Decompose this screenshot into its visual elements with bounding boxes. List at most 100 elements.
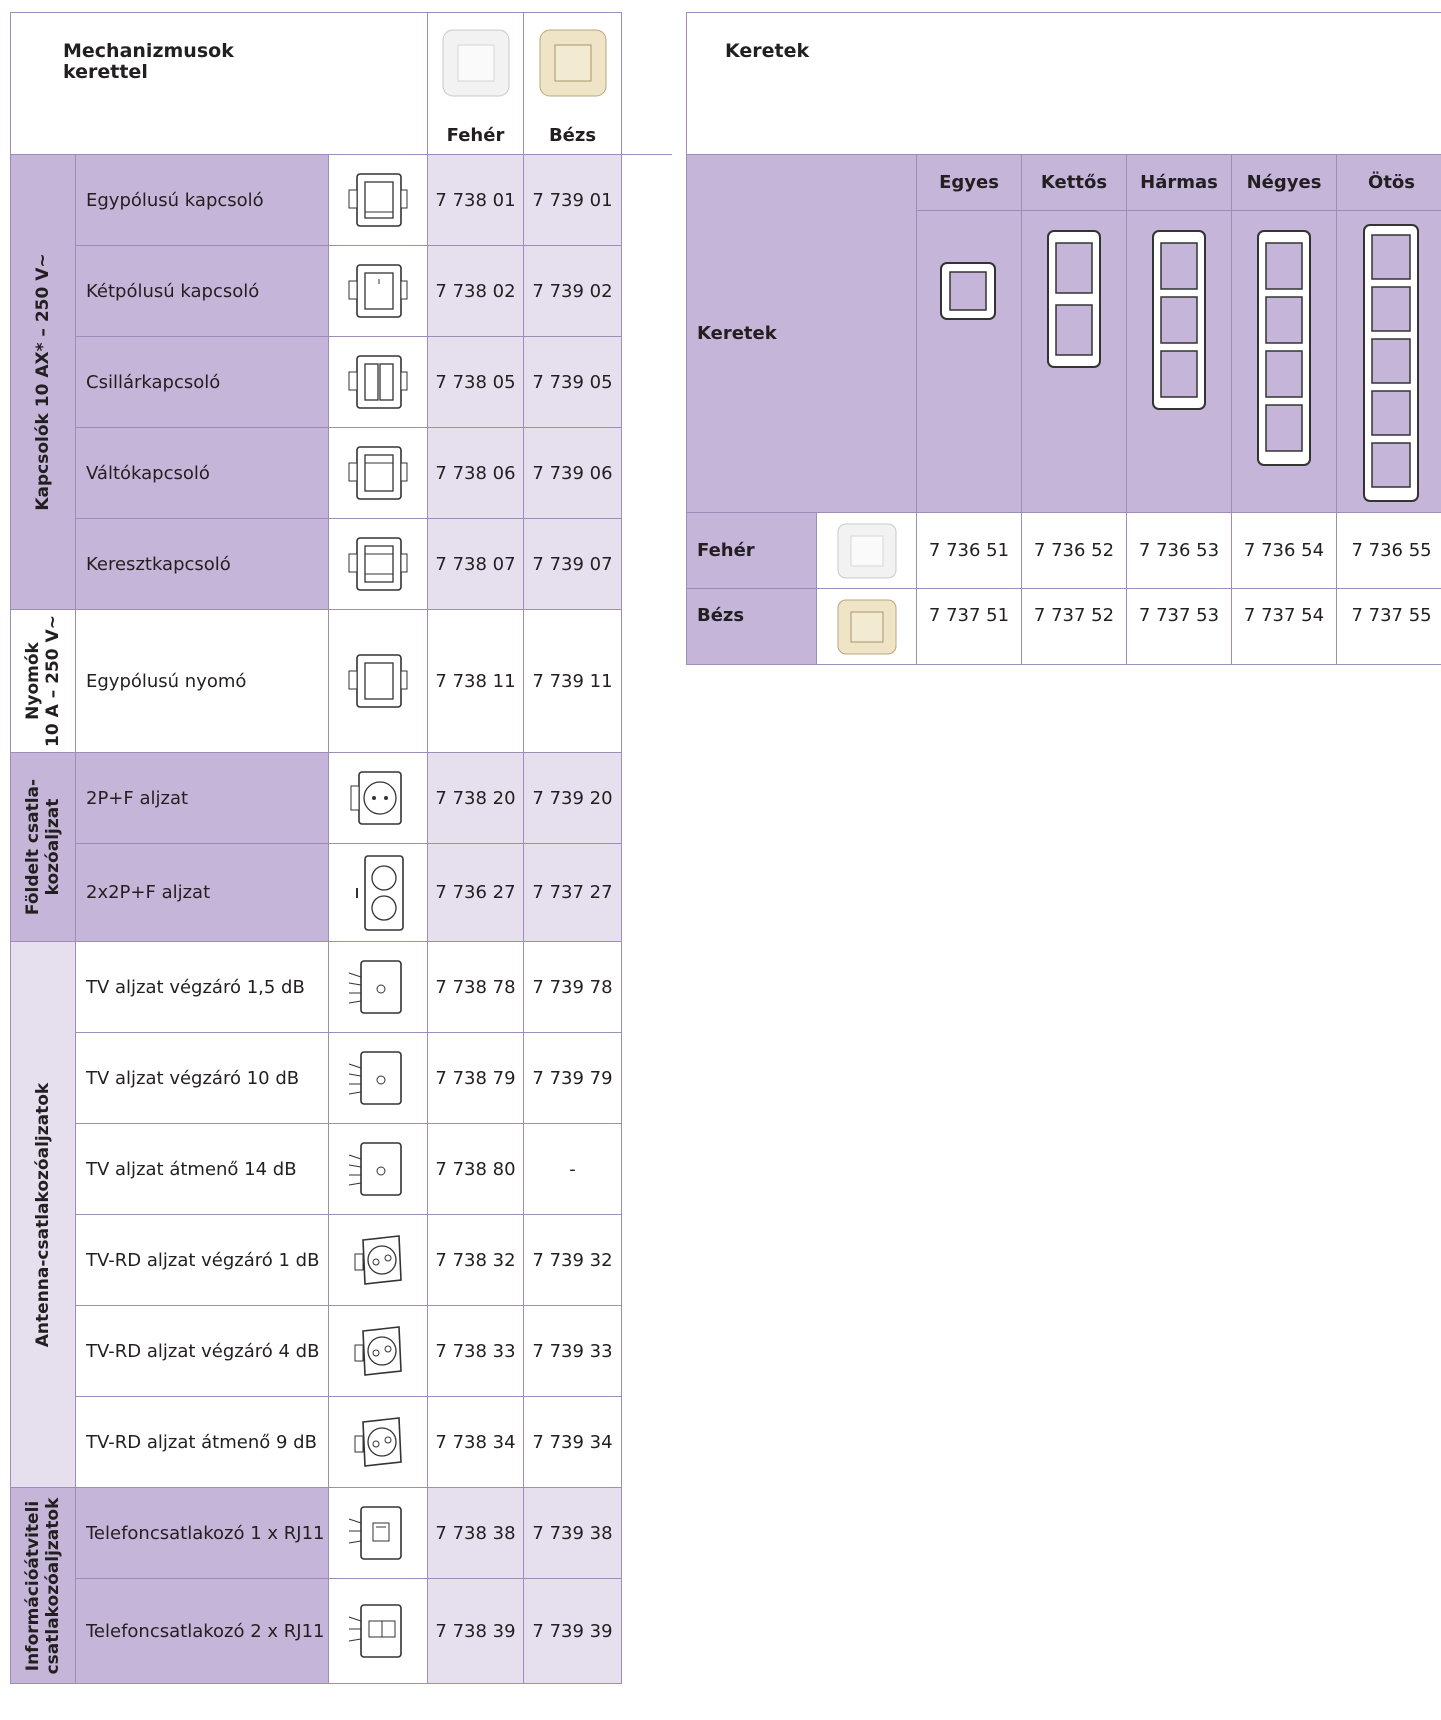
frames-row-header: Keretek (686, 154, 917, 513)
code-beige: 7 739 11 (523, 609, 622, 753)
tv-socket-icon (328, 1032, 428, 1124)
spacer-cell (621, 336, 672, 428)
spacer-cell (621, 1396, 672, 1488)
code-beige: 7 739 01 (523, 154, 622, 246)
mechanisms-header: Mechanizmusok kerettel (10, 12, 428, 155)
code-beige: 7 739 05 (523, 336, 622, 428)
group-label-data-sockets: Információátviteli csatlakozóaljzatok (10, 1487, 76, 1684)
white-frame-swatch-icon (816, 512, 917, 589)
row-name: TV-RD aljzat átmenő 9 dB (75, 1396, 329, 1488)
code-white: 7 738 07 (427, 518, 524, 610)
double-rj11-socket-icon (328, 1578, 428, 1684)
spacer-cell (621, 1214, 672, 1306)
spacer-cell (621, 245, 672, 337)
row-label-beige: Bézs (686, 588, 817, 665)
code-white: 7 738 79 (427, 1032, 524, 1124)
frames-column-header-row: Keretek Egyes Kettős Hármas Négyes Ötös (686, 154, 1441, 513)
spacer-cell (621, 1487, 672, 1579)
column-header: Hármas (1126, 154, 1232, 211)
column-header: Négyes (1231, 154, 1337, 211)
beige-column-header: Bézs (523, 12, 622, 155)
spacer-cell (621, 843, 672, 942)
code-beige: 7 739 32 (523, 1214, 622, 1306)
frame-code: 7 736 52 (1021, 512, 1127, 589)
double-pole-switch-icon (328, 245, 428, 337)
column-beige-label: Bézs (548, 125, 597, 146)
code-beige: 7 739 07 (523, 518, 622, 610)
group-label-line2: csatlakozóaljzatok (43, 1497, 63, 1674)
double-socket-icon (328, 843, 428, 942)
socket-icon (328, 752, 428, 844)
code-beige: 7 739 34 (523, 1396, 622, 1488)
row-name: Egypólusú nyomó (75, 609, 329, 753)
table-row: TV-RD aljzat végzáró 1 dB 7 738 32 7 739… (11, 1214, 672, 1306)
header-row: Mechanizmusok kerettel Fehér Bézs (10, 12, 672, 155)
spacer-cell (621, 12, 672, 155)
table-row: TV aljzat átmenő 14 dB 7 738 80 - (11, 1123, 672, 1215)
single-switch-icon (328, 154, 428, 246)
code-beige: 7 739 79 (523, 1032, 622, 1124)
frames-header-row: Keretek (685, 12, 1441, 155)
code-white: 7 738 34 (427, 1396, 524, 1488)
group-label-line1: Információátviteli (23, 1500, 43, 1671)
row-name: Csillárkapcsoló (75, 336, 329, 428)
code-beige: - (523, 1123, 622, 1215)
frames-beige-row: Bézs 7 737 51 7 737 52 7 737 53 7 737 54… (686, 588, 1441, 665)
code-beige: 7 739 39 (523, 1578, 622, 1684)
table-row: TV aljzat végzáró 10 dB 7 738 79 7 739 7… (11, 1032, 672, 1124)
white-frame-swatch-icon (442, 29, 509, 97)
code-white: 7 738 32 (427, 1214, 524, 1306)
two-way-switch-icon (328, 427, 428, 519)
frame-code: 7 737 52 (1021, 588, 1127, 665)
table-row: Kapcsolók 10 AX* – 250 V~ Egypólusú kapc… (10, 154, 672, 610)
chandelier-switch-icon (328, 336, 428, 428)
table-row: Nyomók 10 A – 250 V~ Egypólusú nyomó 7 73… (10, 609, 672, 753)
column-white-label: Fehér (446, 125, 505, 146)
table-row: Földelt csatla-kozóaljzat 2P+F aljzat 7 … (10, 752, 672, 942)
row-name: TV-RD aljzat végzáró 4 dB (75, 1305, 329, 1397)
table-row: Kétpólusú kapcsoló 7 738 02 7 739 02 (11, 245, 672, 337)
row-name: Kétpólusú kapcsoló (75, 245, 329, 337)
frames-title: Keretek (725, 40, 810, 62)
table-row: 2x2P+F aljzat 7 736 27 7 737 27 (11, 843, 672, 942)
frames-table: Keretek Keretek Egyes Kettős Hármas Négy… (685, 12, 1441, 665)
beige-frame-swatch-icon (816, 588, 917, 665)
tv-socket-icon (328, 941, 428, 1033)
rj11-socket-icon (328, 1487, 428, 1579)
white-column-header: Fehér (427, 12, 524, 155)
spacer-cell (621, 1123, 672, 1215)
code-beige: 7 739 78 (523, 941, 622, 1033)
tv-rd-socket-icon (328, 1396, 428, 1488)
group-label-line2: kozóaljzat (43, 798, 63, 896)
row-name: Váltókapcsoló (75, 427, 329, 519)
code-white: 7 738 05 (427, 336, 524, 428)
frame-code: 7 736 53 (1126, 512, 1232, 589)
row-name: TV aljzat végzáró 10 dB (75, 1032, 329, 1124)
column-header: Ötös (1335, 154, 1441, 211)
code-white: 7 738 39 (427, 1578, 524, 1684)
frames-header: Keretek (685, 12, 1441, 155)
code-beige: 7 739 33 (523, 1305, 622, 1397)
row-name: TV aljzat átmenő 14 dB (75, 1123, 329, 1215)
spacer-cell (621, 154, 672, 246)
row-name: Telefoncsatlakozó 2 x RJ11 (75, 1578, 329, 1684)
code-beige: 7 737 27 (523, 843, 622, 942)
frame-code: 7 736 54 (1231, 512, 1337, 589)
column-header: Egyes (916, 154, 1022, 211)
group-label-switches: Kapcsolók 10 AX* – 250 V~ (10, 154, 76, 610)
quadruple-frame-icon (1231, 210, 1337, 513)
code-white: 7 738 80 (427, 1123, 524, 1215)
row-name: Egypólusú kapcsoló (75, 154, 329, 246)
table-row: TV-RD aljzat átmenő 9 dB 7 738 34 7 739 … (11, 1396, 672, 1488)
code-white: 7 738 20 (427, 752, 524, 844)
beige-frame-swatch-icon (539, 29, 606, 97)
code-white: 7 738 11 (427, 609, 524, 753)
table-row: Telefoncsatlakozó 2 x RJ11 7 738 39 7 73… (11, 1578, 672, 1684)
row-name: 2x2P+F aljzat (75, 843, 329, 942)
table-row: Információátviteli csatlakozóaljzatok Tel… (10, 1487, 672, 1684)
code-white: 7 736 27 (427, 843, 524, 942)
code-white: 7 738 78 (427, 941, 524, 1033)
code-beige: 7 739 02 (523, 245, 622, 337)
frame-code: 7 736 51 (916, 512, 1022, 589)
tv-socket-icon (328, 1123, 428, 1215)
